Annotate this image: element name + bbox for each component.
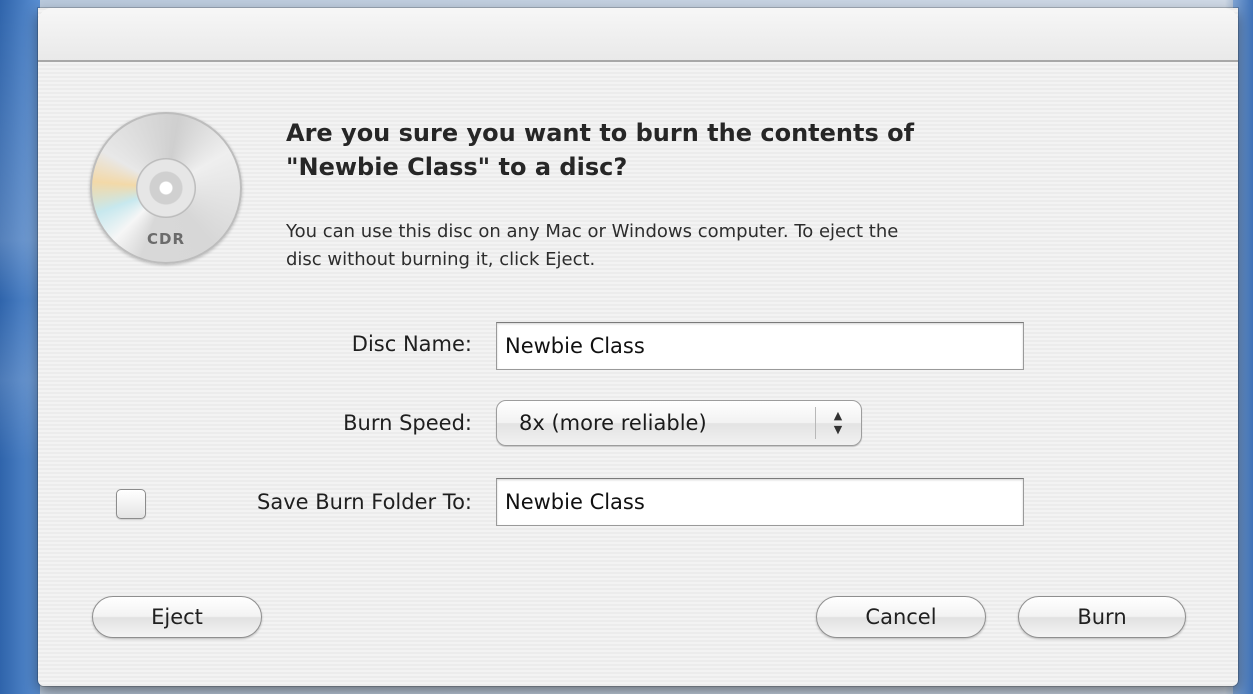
dialog-info-text: You can use this disc on any Mac or Wind… (286, 218, 1206, 274)
disc-label: CDR (146, 230, 185, 248)
popup-separator (815, 407, 816, 439)
burn-button[interactable]: Burn (1018, 596, 1186, 638)
burn-speed-label: Burn Speed: (343, 411, 472, 435)
save-burn-folder-field[interactable] (496, 478, 1024, 526)
burn-disc-dialog: CDR Are you sure you want to burn the co… (38, 8, 1238, 686)
dialog-heading: Are you sure you want to burn the conten… (286, 116, 1186, 184)
heading-line-1: Are you sure you want to burn the conten… (286, 119, 915, 147)
save-burn-folder-label[interactable]: Save Burn Folder To: (156, 490, 472, 514)
cancel-button[interactable]: Cancel (816, 596, 986, 638)
cdr-disc-icon: CDR (90, 112, 242, 264)
burn-speed-value: 8x (more reliable) (519, 411, 707, 435)
dialog-titlebar (38, 8, 1238, 62)
info-line-2: disc without burning it, click Eject. (286, 249, 596, 270)
disc-hub (136, 158, 196, 218)
disc-name-label: Disc Name: (351, 332, 472, 356)
disc-name-field[interactable] (496, 322, 1024, 370)
eject-button[interactable]: Eject (92, 596, 262, 638)
burn-speed-popup[interactable]: 8x (more reliable) ▲ ▼ (496, 400, 862, 446)
heading-line-2: "Newbie Class" to a disc? (286, 153, 628, 181)
desktop-background (0, 0, 40, 694)
info-line-1: You can use this disc on any Mac or Wind… (286, 221, 899, 242)
up-down-arrows-icon: ▲ ▼ (833, 409, 843, 436)
save-burn-folder-checkbox[interactable] (116, 489, 146, 519)
